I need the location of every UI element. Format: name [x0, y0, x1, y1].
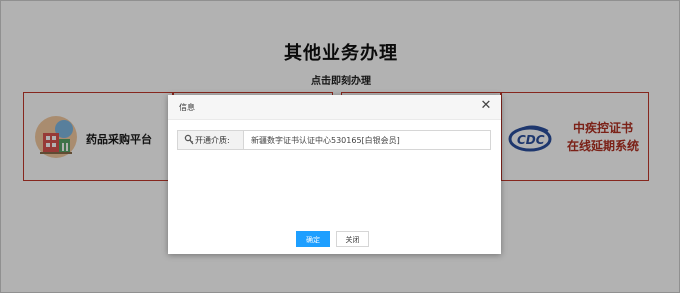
field-label: 开通介质:	[195, 136, 230, 145]
close-button[interactable]: 关闭	[336, 231, 369, 247]
field-value[interactable]: 新疆数字证书认证中心530165[白银会员]	[251, 135, 400, 146]
key-icon	[184, 134, 194, 145]
open-medium-field[interactable]: 开通介质: 新疆数字证书认证中心530165[白银会员]	[177, 130, 491, 150]
close-icon[interactable]: ✕	[479, 98, 493, 114]
dialog-title: 信息	[179, 103, 195, 112]
dialog-header: 信息 ✕	[168, 95, 501, 120]
info-dialog: 信息 ✕ 开通介质: 新疆数字证书认证中心530165[白银会员] 确定 关闭	[168, 95, 501, 254]
confirm-button[interactable]: 确定	[296, 231, 330, 247]
field-addon: 开通介质:	[178, 131, 244, 149]
